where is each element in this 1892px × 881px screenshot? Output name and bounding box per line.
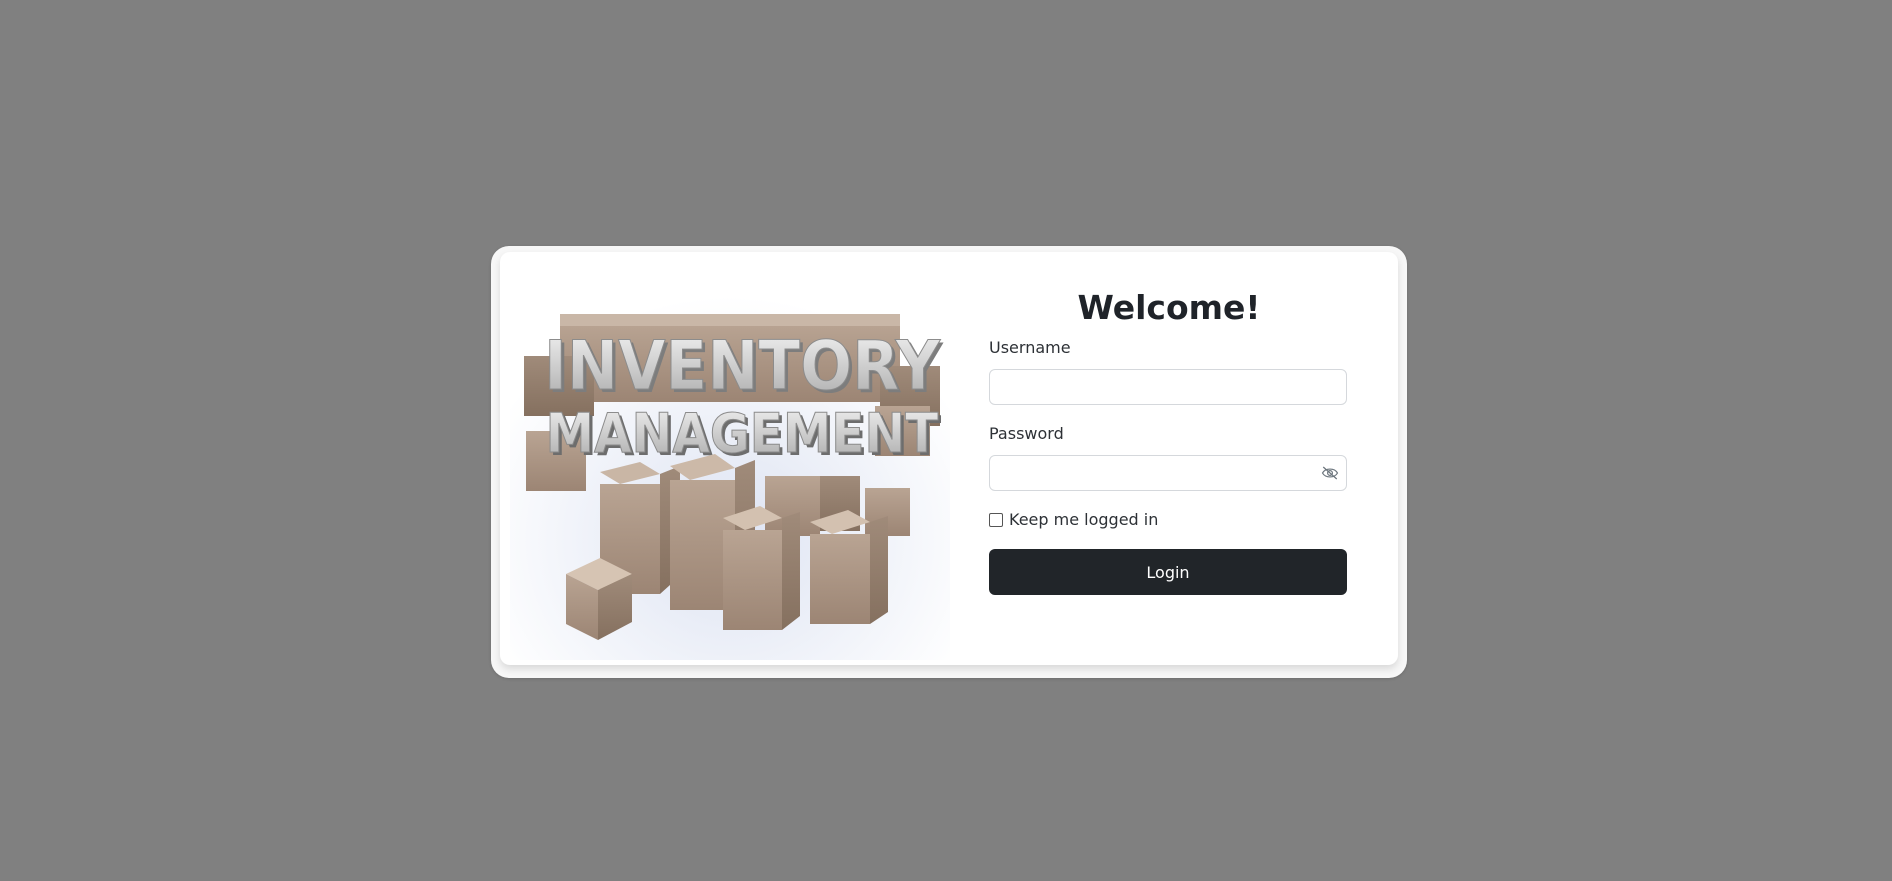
inventory-management-illustration: INVENTORY INVENTORY MANAGEMENT MANAGEMEN…	[510, 256, 950, 660]
hero-line1: INVENTORY	[544, 327, 940, 406]
page: INVENTORY INVENTORY MANAGEMENT MANAGEMEN…	[0, 0, 1892, 881]
login-card: INVENTORY INVENTORY MANAGEMENT MANAGEMEN…	[500, 252, 1398, 665]
eye-slash-icon[interactable]	[1321, 465, 1339, 481]
username-label: Username	[989, 338, 1071, 357]
password-input[interactable]	[989, 455, 1347, 491]
hero-line2: MANAGEMENT	[546, 402, 939, 465]
password-label: Password	[989, 424, 1064, 443]
username-input[interactable]	[989, 369, 1347, 405]
keep-logged-in-checkbox[interactable]	[989, 512, 1003, 527]
front-boxes	[566, 454, 910, 640]
keep-logged-in-row[interactable]: Keep me logged in	[989, 510, 1158, 529]
welcome-title: Welcome!	[1077, 288, 1261, 327]
hero-lettering: INVENTORY INVENTORY MANAGEMENT MANAGEMEN…	[544, 327, 944, 469]
password-field	[989, 455, 1347, 493]
keep-logged-in-label: Keep me logged in	[1009, 510, 1159, 529]
login-button[interactable]: Login	[989, 549, 1347, 595]
